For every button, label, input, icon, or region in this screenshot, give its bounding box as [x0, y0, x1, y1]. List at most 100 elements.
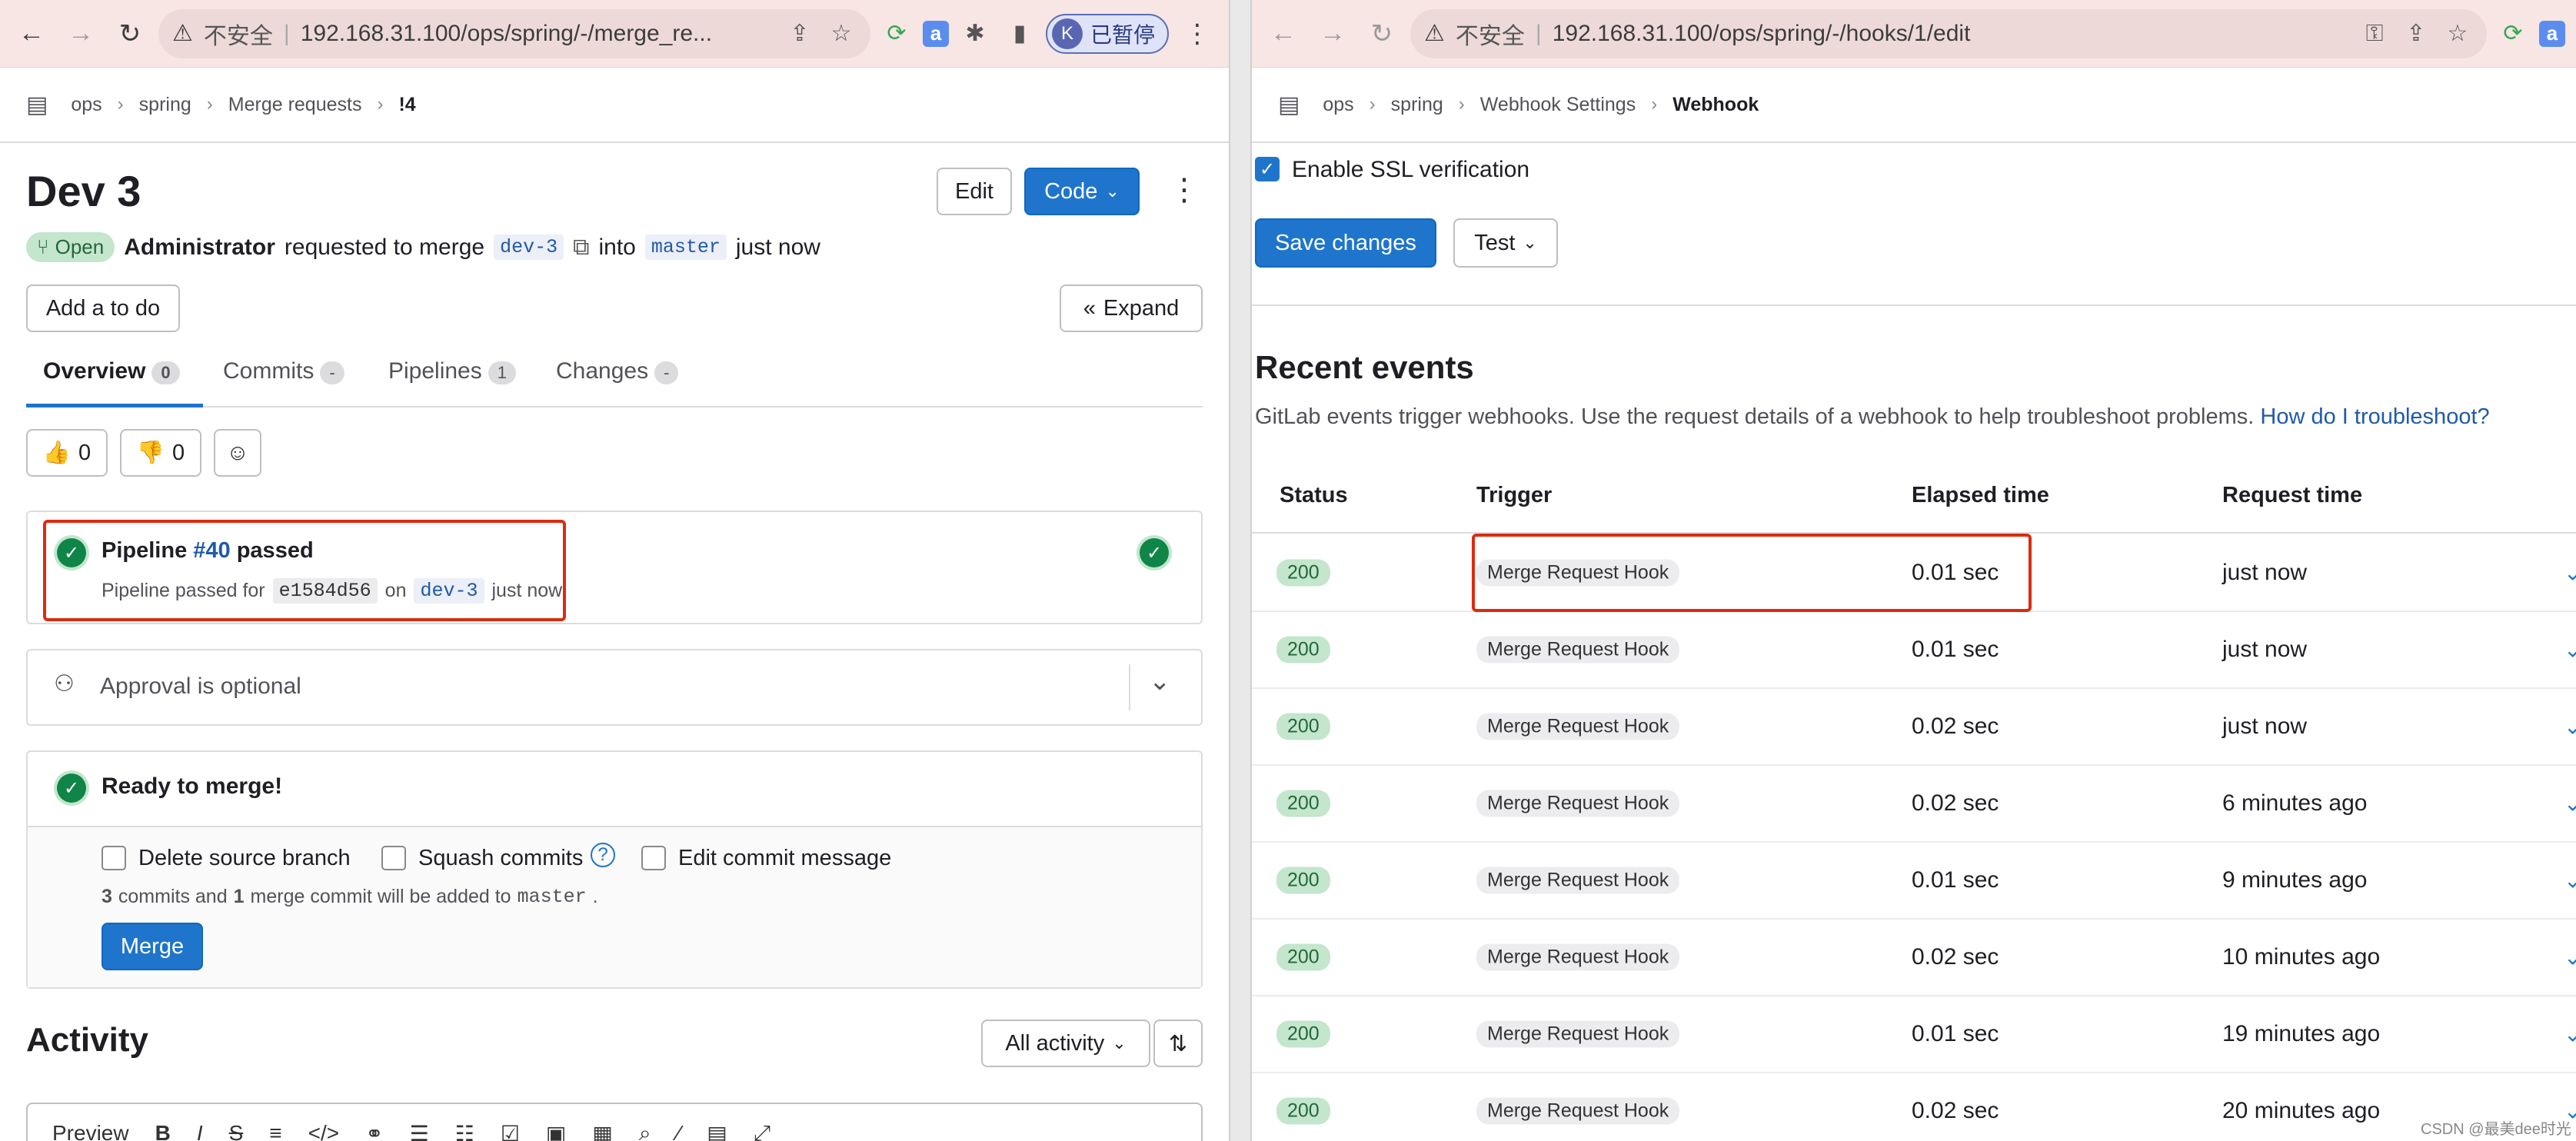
merge-button[interactable]: Merge	[102, 923, 203, 970]
breadcrumb-webhook-settings[interactable]: Webhook Settings	[1480, 94, 1636, 116]
tab-changes[interactable]: Changes -	[556, 358, 679, 384]
pipeline-status-icon[interactable]: ✓	[1140, 538, 1169, 567]
row-expand-icon[interactable]: ⌄	[2564, 1022, 2576, 1047]
profile-button[interactable]: K 已暂停	[1045, 13, 1169, 54]
url-text[interactable]: 192.168.31.100/ops/spring/-/merge_re...	[301, 21, 774, 47]
share-icon[interactable]: ⇪	[784, 20, 815, 47]
ready-success-icon: ✓	[57, 773, 86, 803]
tab-pipelines[interactable]: Pipelines 1	[388, 358, 516, 384]
double-chevron-left-icon: «	[1083, 295, 1096, 321]
code-button[interactable]: Code ⌄	[1024, 168, 1140, 215]
forward-icon[interactable]: →	[60, 13, 102, 55]
page-title: Dev 3	[26, 167, 141, 215]
save-changes-button[interactable]: Save changes	[1255, 218, 1436, 268]
add-todo-button[interactable]: Add a to do	[26, 284, 180, 332]
target-branch[interactable]: master	[644, 235, 727, 260]
sync-extension-icon[interactable]: ⟳	[878, 15, 915, 52]
ordered-list-icon[interactable]: ≡	[269, 1121, 281, 1141]
strikethrough-icon[interactable]: S	[229, 1121, 244, 1141]
row-expand-icon[interactable]: ⌄	[2564, 945, 2576, 970]
status-code-badge: 200	[1276, 943, 1330, 971]
table-icon[interactable]: ▦	[592, 1121, 612, 1141]
expand-button[interactable]: « Expand	[1060, 284, 1203, 332]
activity-filter-dropdown[interactable]: All activity ⌄	[981, 1020, 1150, 1067]
edit-commit-message-checkbox[interactable]	[641, 846, 666, 870]
tab-overview-count: 0	[151, 361, 180, 384]
breadcrumb-merge-requests[interactable]: Merge requests	[228, 94, 362, 116]
sort-order-button[interactable]: ⇅	[1153, 1020, 1203, 1067]
squash-commits-label[interactable]: Squash commits	[418, 846, 583, 871]
activity-filter-label: All activity	[1005, 1030, 1105, 1056]
breadcrumb-spring[interactable]: spring	[1391, 94, 1443, 116]
delete-source-branch-checkbox[interactable]	[102, 846, 126, 870]
row-expand-icon[interactable]: ⌄	[2564, 714, 2576, 740]
bullet-list-icon[interactable]: ☰	[410, 1121, 429, 1141]
author-link[interactable]: Administrator	[124, 235, 275, 261]
chevron-right-icon: ›	[206, 94, 213, 115]
sync-extension-icon[interactable]: ⟳	[2494, 15, 2531, 52]
source-branch[interactable]: dev-3	[494, 235, 564, 260]
thumbs-down-button[interactable]: 👎 0	[120, 429, 201, 477]
help-icon[interactable]: ?	[591, 843, 615, 867]
chevron-down-icon[interactable]: ⌄	[1149, 666, 1171, 697]
bookmark-star-icon[interactable]: ☆	[2442, 20, 2473, 47]
breadcrumb-ops[interactable]: ops	[1323, 94, 1353, 116]
reload-icon[interactable]: ↻	[109, 13, 151, 55]
edit-commit-message-label[interactable]: Edit commit message	[678, 846, 891, 871]
row-expand-icon[interactable]: ⌄	[2564, 561, 2576, 586]
trigger-badge: Merge Request Hook	[1476, 867, 1680, 894]
bookmark-star-icon[interactable]: ☆	[826, 20, 857, 47]
slash-command-icon[interactable]: ⁄	[677, 1121, 681, 1141]
numbered-list-icon[interactable]: ☷	[455, 1121, 474, 1141]
row-expand-icon[interactable]: ⌄	[2564, 868, 2576, 893]
forward-icon[interactable]: →	[1312, 13, 1353, 55]
ssl-verification-checkbox[interactable]: ✓	[1255, 157, 1280, 181]
copy-icon[interactable]: ⧉	[573, 235, 589, 261]
address-bar[interactable]: ⚠ 不安全 | 192.168.31.100/ops/spring/-/hook…	[1410, 8, 2487, 58]
task-list-icon[interactable]: ☑	[501, 1121, 520, 1141]
tab-overview[interactable]: Overview 0	[43, 358, 180, 384]
translate-extension-icon[interactable]: a	[922, 20, 949, 47]
breadcrumb-current[interactable]: Webhook	[1672, 94, 1759, 116]
key-icon[interactable]: ⚿	[2359, 21, 2390, 47]
back-icon[interactable]: ←	[1263, 13, 1304, 55]
ssl-verification-label[interactable]: Enable SSL verification	[1292, 157, 1529, 183]
status-code-badge: 200	[1276, 1097, 1330, 1125]
request-time-cell: 20 minutes ago	[2222, 1098, 2381, 1123]
delete-source-branch-label[interactable]: Delete source branch	[138, 846, 351, 871]
test-dropdown-button[interactable]: Test ⌄	[1453, 218, 1558, 268]
breadcrumb-current[interactable]: !4	[398, 94, 415, 116]
breadcrumb-ops[interactable]: ops	[71, 94, 102, 116]
code-icon[interactable]: </>	[308, 1121, 339, 1141]
puzzle-extensions-icon[interactable]: ✱	[957, 15, 993, 52]
thumbs-up-button[interactable]: 👍 0	[26, 429, 108, 477]
more-actions-icon[interactable]: ⋮	[1169, 172, 1200, 208]
reload-icon[interactable]: ↻	[1361, 13, 1403, 55]
fullscreen-icon[interactable]: ⤢	[754, 1121, 770, 1141]
collapsible-icon[interactable]: ▣	[546, 1121, 566, 1141]
sidebar-toggle-icon[interactable]: ▤	[26, 91, 48, 118]
row-expand-icon[interactable]: ⌄	[2564, 637, 2576, 663]
address-bar[interactable]: ⚠ 不安全 | 192.168.31.100/ops/spring/-/merg…	[158, 8, 870, 58]
back-icon[interactable]: ←	[11, 13, 52, 55]
bold-icon[interactable]: B	[155, 1121, 171, 1141]
side-panel-icon[interactable]: ▮	[1001, 15, 1038, 52]
url-text[interactable]: 192.168.31.100/ops/spring/-/hooks/1/edit	[1553, 21, 2348, 47]
browser-menu-icon[interactable]: ⋮	[1177, 13, 1218, 55]
translate-extension-icon[interactable]: a	[2539, 20, 2565, 47]
tab-commits[interactable]: Commits -	[223, 358, 344, 384]
squash-commits-checkbox[interactable]	[381, 846, 406, 870]
sidebar-toggle-icon[interactable]: ▤	[1278, 91, 1300, 118]
row-expand-icon[interactable]: ⌄	[2564, 791, 2576, 817]
link-icon[interactable]: ⚭	[365, 1121, 383, 1141]
test-button-label: Test	[1474, 230, 1516, 255]
breadcrumb-spring[interactable]: spring	[139, 94, 191, 116]
comment-template-icon[interactable]: ▤	[707, 1121, 727, 1141]
troubleshoot-link[interactable]: How do I troubleshoot?	[2260, 404, 2489, 429]
attach-icon[interactable]: ⌕	[639, 1121, 651, 1141]
share-icon[interactable]: ⇪	[2401, 20, 2431, 47]
preview-tab[interactable]: Preview	[52, 1121, 129, 1141]
edit-button[interactable]: Edit	[937, 168, 1012, 215]
add-reaction-button[interactable]: ☺	[214, 429, 261, 477]
italic-icon[interactable]: I	[197, 1121, 203, 1141]
